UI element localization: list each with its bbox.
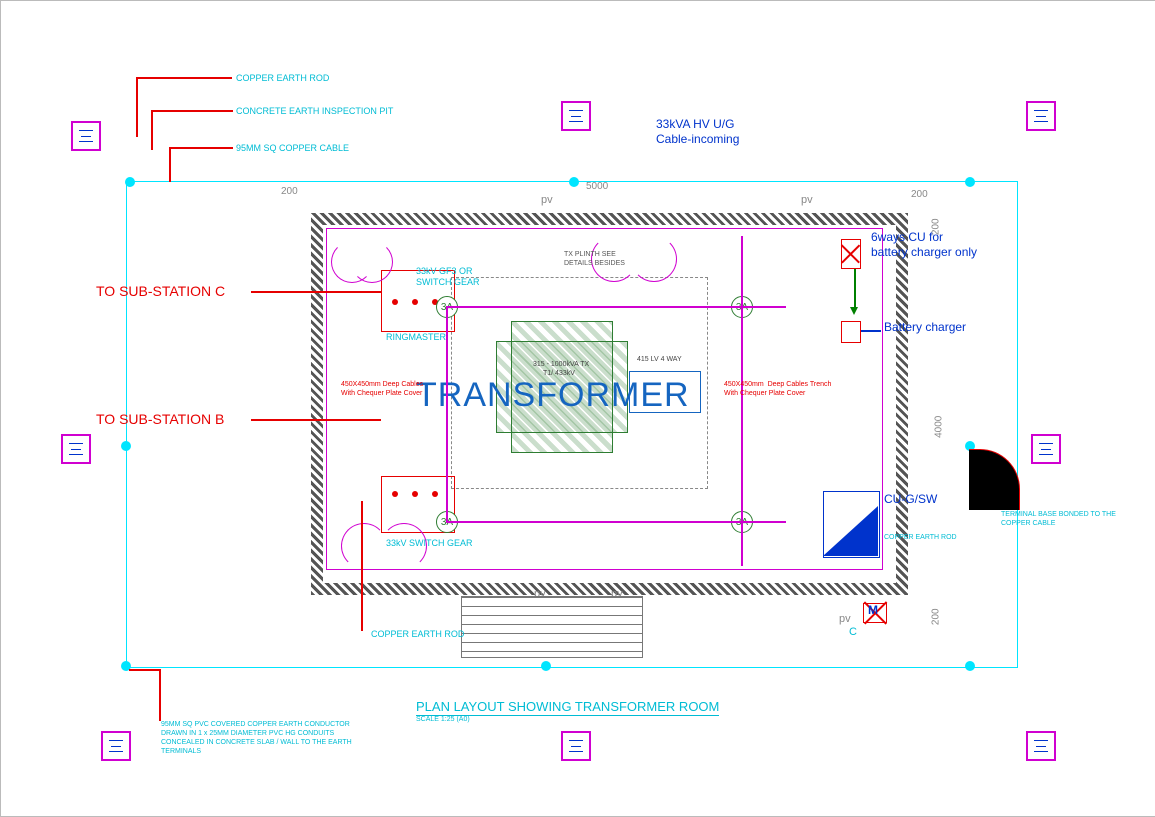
ring-node-icon xyxy=(965,661,975,671)
leader-line xyxy=(861,330,881,332)
pv-label: pv xyxy=(839,613,851,626)
conductor-note-1: 95MM SQ PVC COVERED COPPER EARTH CONDUCT… xyxy=(161,721,350,729)
drawing-title: PLAN LAYOUT SHOWING TRANSFORMER ROOM xyxy=(416,700,719,716)
m-label: M xyxy=(868,604,878,618)
entry-stairs xyxy=(461,596,643,658)
terminal-bond-2: COPPER CABLE xyxy=(1001,520,1055,528)
ring-node-icon xyxy=(965,177,975,187)
conductor-note-2: DRAWN IN 1 x 25MM DIAMETER PVC HG CONDUI… xyxy=(161,730,334,738)
hv-cable-label-2: Cable-incoming xyxy=(656,133,739,147)
ring-node-icon xyxy=(125,177,135,187)
trench2-a: 450X450mm Deep Cables Trench xyxy=(724,381,831,389)
trench1-a: 450X450mm Deep Cables xyxy=(341,381,423,389)
legend-inspection-pit: CONCRETE EARTH INSPECTION PIT xyxy=(236,106,393,116)
dim-200-right: 200 xyxy=(911,189,928,201)
leader-line xyxy=(129,669,159,671)
magenta-cable-run xyxy=(741,236,743,566)
conductor-note-4: TERMINALS xyxy=(161,748,201,756)
dim-4000: 4000 xyxy=(933,416,945,438)
terminal-bond-1: TERMINAL BASE BONDED TO THE xyxy=(1001,511,1116,519)
plinth-a: TX PLINTH SEE xyxy=(564,251,616,259)
ringmaster-label: RINGMASTER xyxy=(386,332,446,342)
magenta-cable-run xyxy=(446,306,786,308)
ring-node-icon xyxy=(121,441,131,451)
plinth-b: DETAILS BESIDES xyxy=(564,260,625,268)
earth-terminal-icon xyxy=(101,731,131,761)
leader-line xyxy=(151,110,233,112)
to-sub-b-label: TO SUB-STATION B xyxy=(96,411,224,427)
to-sub-c-label: TO SUB-STATION C xyxy=(96,283,225,299)
earth-terminal-icon xyxy=(561,731,591,761)
earth-terminal-icon xyxy=(561,101,591,131)
pv-label: pv xyxy=(541,194,553,207)
arrow-down-icon xyxy=(850,307,858,315)
transformer-label: TRANSFORMER xyxy=(416,376,690,415)
pv-label: pv xyxy=(801,194,813,207)
legend-cu-cable: 95MM SQ COPPER CABLE xyxy=(236,143,349,153)
cu-gsw-frame xyxy=(823,491,880,558)
trench1-b: With Chequer Plate Cover xyxy=(341,390,422,398)
ring-node-icon xyxy=(569,177,579,187)
leader-line xyxy=(159,669,161,721)
tx-spec-a: 315 - 1000kVA TX xyxy=(533,361,589,369)
earth-terminal-icon xyxy=(1031,434,1061,464)
cu-6way xyxy=(841,239,861,269)
dim-5000: 5000 xyxy=(586,181,608,193)
legend-copper-rod: COPPER EARTH ROD xyxy=(236,73,329,83)
drawing-sheet: 200 5000 200 4000 200 200 pv pv pv pv pv… xyxy=(0,0,1155,817)
leader-line xyxy=(136,77,138,137)
cu-gsw-label: CU-G/SW xyxy=(884,493,937,507)
leader-line xyxy=(169,147,233,149)
copper-rod-label-2: COPPER EARTH ROD xyxy=(371,629,464,639)
tx-spec-b: T1/ 433kV xyxy=(543,370,575,378)
earth-terminal-icon xyxy=(1026,731,1056,761)
leader-line xyxy=(251,419,381,421)
ring-node-icon xyxy=(541,661,551,671)
leader-line xyxy=(136,77,232,79)
door-arc-icon xyxy=(631,236,677,282)
drawing-scale: SCALE 1:25 (A0) xyxy=(416,716,470,724)
sg-upper-b: SWITCH GEAR xyxy=(416,277,480,287)
battery-charger-label: Battery charger xyxy=(884,321,966,335)
conductor-note-3: CONCEALED IN CONCRETE SLAB / WALL TO THE… xyxy=(161,739,352,747)
sg-upper-a: 33kV GF3 OR xyxy=(416,266,473,276)
leader-line xyxy=(361,501,363,631)
earth-terminal-icon xyxy=(71,121,101,151)
dim-200-left: 200 xyxy=(281,186,298,198)
door-arc-icon xyxy=(351,241,393,283)
earth-terminal-icon xyxy=(1026,101,1056,131)
cu6-label-1: 6ways CU for xyxy=(871,231,943,245)
battery-charger xyxy=(841,321,861,343)
drawing-canvas: 200 5000 200 4000 200 200 pv pv pv pv pv… xyxy=(41,21,1116,796)
trench2-b: With Chequer Plate Cover xyxy=(724,390,805,398)
hv-cable-label-1: 33kVA HV U/G xyxy=(656,118,734,132)
magenta-cable-run xyxy=(446,306,448,521)
c-label: C xyxy=(849,626,857,639)
copper-rod-label-3: COPPER EARTH ROD xyxy=(884,534,957,542)
cu6-label-2: battery charger only xyxy=(871,246,977,260)
leader-line xyxy=(169,147,171,182)
leader-line xyxy=(151,110,153,150)
dim-200-br: 200 xyxy=(931,608,943,625)
lv4way-label: 415 LV 4 WAY xyxy=(637,356,682,364)
arrow-shaft xyxy=(854,269,856,309)
magenta-cable-run xyxy=(446,521,786,523)
earth-terminal-icon xyxy=(61,434,91,464)
leader-line xyxy=(251,291,381,293)
sg-lower-label: 33kV SWITCH GEAR xyxy=(386,538,473,548)
